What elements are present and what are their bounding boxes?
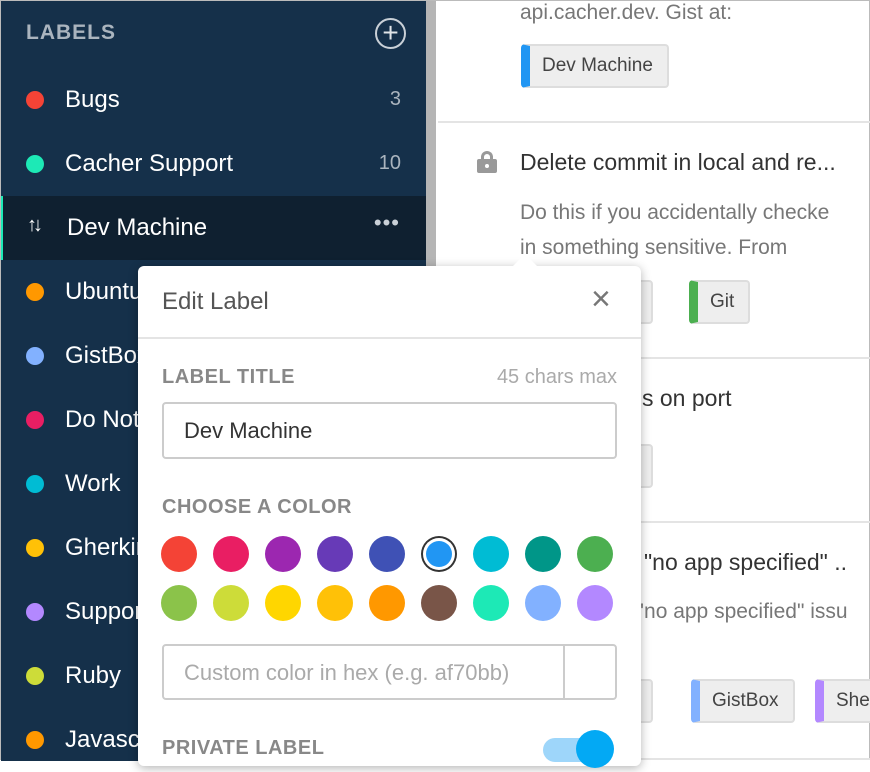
tag-git[interactable]: Git: [689, 280, 751, 324]
tag-gistbox[interactable]: GistBox: [691, 679, 795, 723]
more-options-icon[interactable]: •••: [374, 210, 400, 236]
labels-heading: LABELS: [26, 21, 116, 44]
private-label-heading: PRIVATE LABEL: [162, 737, 325, 759]
snippet-description: 'no app specified" issu: [640, 600, 848, 623]
snippet-title[interactable]: "no app specified" ..: [644, 549, 847, 576]
color-swatch[interactable]: [473, 536, 509, 572]
color-swatch[interactable]: [577, 585, 613, 621]
label-color-dot: [26, 91, 44, 109]
label-color-dot: [26, 155, 44, 173]
choose-color-heading: CHOOSE A COLOR: [162, 496, 352, 518]
snippet-description: in something sensitive. From: [520, 236, 788, 259]
sidebar-item-label: Work: [65, 470, 121, 497]
sort-arrows-icon[interactable]: ↑↓: [27, 214, 43, 237]
color-swatch[interactable]: [161, 585, 197, 621]
add-label-button[interactable]: +: [375, 18, 406, 49]
color-swatch[interactable]: [317, 585, 353, 621]
divider: [438, 121, 870, 123]
char-limit-hint: 45 chars max: [496, 366, 617, 388]
tag-shell[interactable]: She: [815, 679, 870, 723]
custom-color-preview: [563, 646, 615, 698]
color-swatch[interactable]: [525, 585, 561, 621]
label-color-dot: [26, 475, 44, 493]
snippet-title[interactable]: s on port: [642, 385, 732, 412]
item-count: 3: [389, 88, 401, 110]
label-color-dot: [26, 411, 44, 429]
label-color-dot: [26, 731, 44, 749]
label-color-dot: [26, 603, 44, 621]
label-title-input[interactable]: Dev Machine: [162, 402, 617, 459]
sidebar-item-bugs[interactable]: Bugs 3: [1, 68, 426, 132]
color-swatch[interactable]: [161, 536, 197, 572]
hex-placeholder: Custom color in hex (e.g. af70bb): [184, 660, 510, 685]
lock-icon: [477, 151, 497, 173]
sidebar-item-label: Do Not: [65, 406, 140, 433]
label-title-heading: LABEL TITLE: [162, 366, 295, 388]
color-swatch[interactable]: [213, 536, 249, 572]
popup-caret: [513, 254, 537, 266]
divider: [138, 337, 641, 339]
toggle-knob[interactable]: [576, 730, 614, 768]
sidebar-item-label: Support: [65, 598, 150, 625]
color-swatch[interactable]: [265, 585, 301, 621]
item-count: 10: [378, 152, 401, 174]
color-swatch[interactable]: [577, 536, 613, 572]
custom-hex-input[interactable]: Custom color in hex (e.g. af70bb): [162, 644, 617, 700]
color-swatch[interactable]: [369, 536, 405, 572]
sidebar-item-label: GistBox: [65, 342, 150, 369]
snippet-description: api.cacher.dev. Gist at:: [520, 1, 733, 24]
color-swatch[interactable]: [369, 585, 405, 621]
label-color-dot: [26, 667, 44, 685]
sidebar-item-dev-machine[interactable]: ↑↓ Dev Machine •••: [1, 196, 426, 260]
sidebar-item-cacher-support[interactable]: Cacher Support 10: [1, 132, 426, 196]
tag-dev-machine[interactable]: Dev Machine: [521, 44, 669, 88]
snippet-title[interactable]: Delete commit in local and re...: [520, 149, 836, 176]
color-swatch[interactable]: [473, 585, 509, 621]
color-swatch[interactable]: [265, 536, 301, 572]
label-color-dot: [26, 347, 44, 365]
color-swatch[interactable]: [213, 585, 249, 621]
color-swatch[interactable]: [421, 585, 457, 621]
color-swatch[interactable]: [317, 536, 353, 572]
color-swatch[interactable]: [525, 536, 561, 572]
edit-label-popup: Edit Label × LABEL TITLE 45 chars max De…: [138, 254, 641, 768]
sidebar-item-label: Bugs: [65, 86, 120, 113]
label-color-dot: [26, 539, 44, 557]
close-icon[interactable]: ×: [591, 282, 611, 316]
snippet-description: Do this if you accidentally checke: [520, 201, 830, 224]
sidebar-item-label: Gherkin: [65, 534, 150, 561]
label-color-dot: [26, 283, 44, 301]
sidebar-item-label: Dev Machine: [67, 214, 208, 241]
sidebar-item-label: Ruby: [65, 662, 122, 689]
sidebar-item-label: Cacher Support: [65, 150, 234, 177]
popup-title: Edit Label: [162, 288, 269, 315]
sidebar-item-label: Ubuntu: [65, 278, 143, 305]
color-swatch[interactable]: [426, 541, 452, 567]
